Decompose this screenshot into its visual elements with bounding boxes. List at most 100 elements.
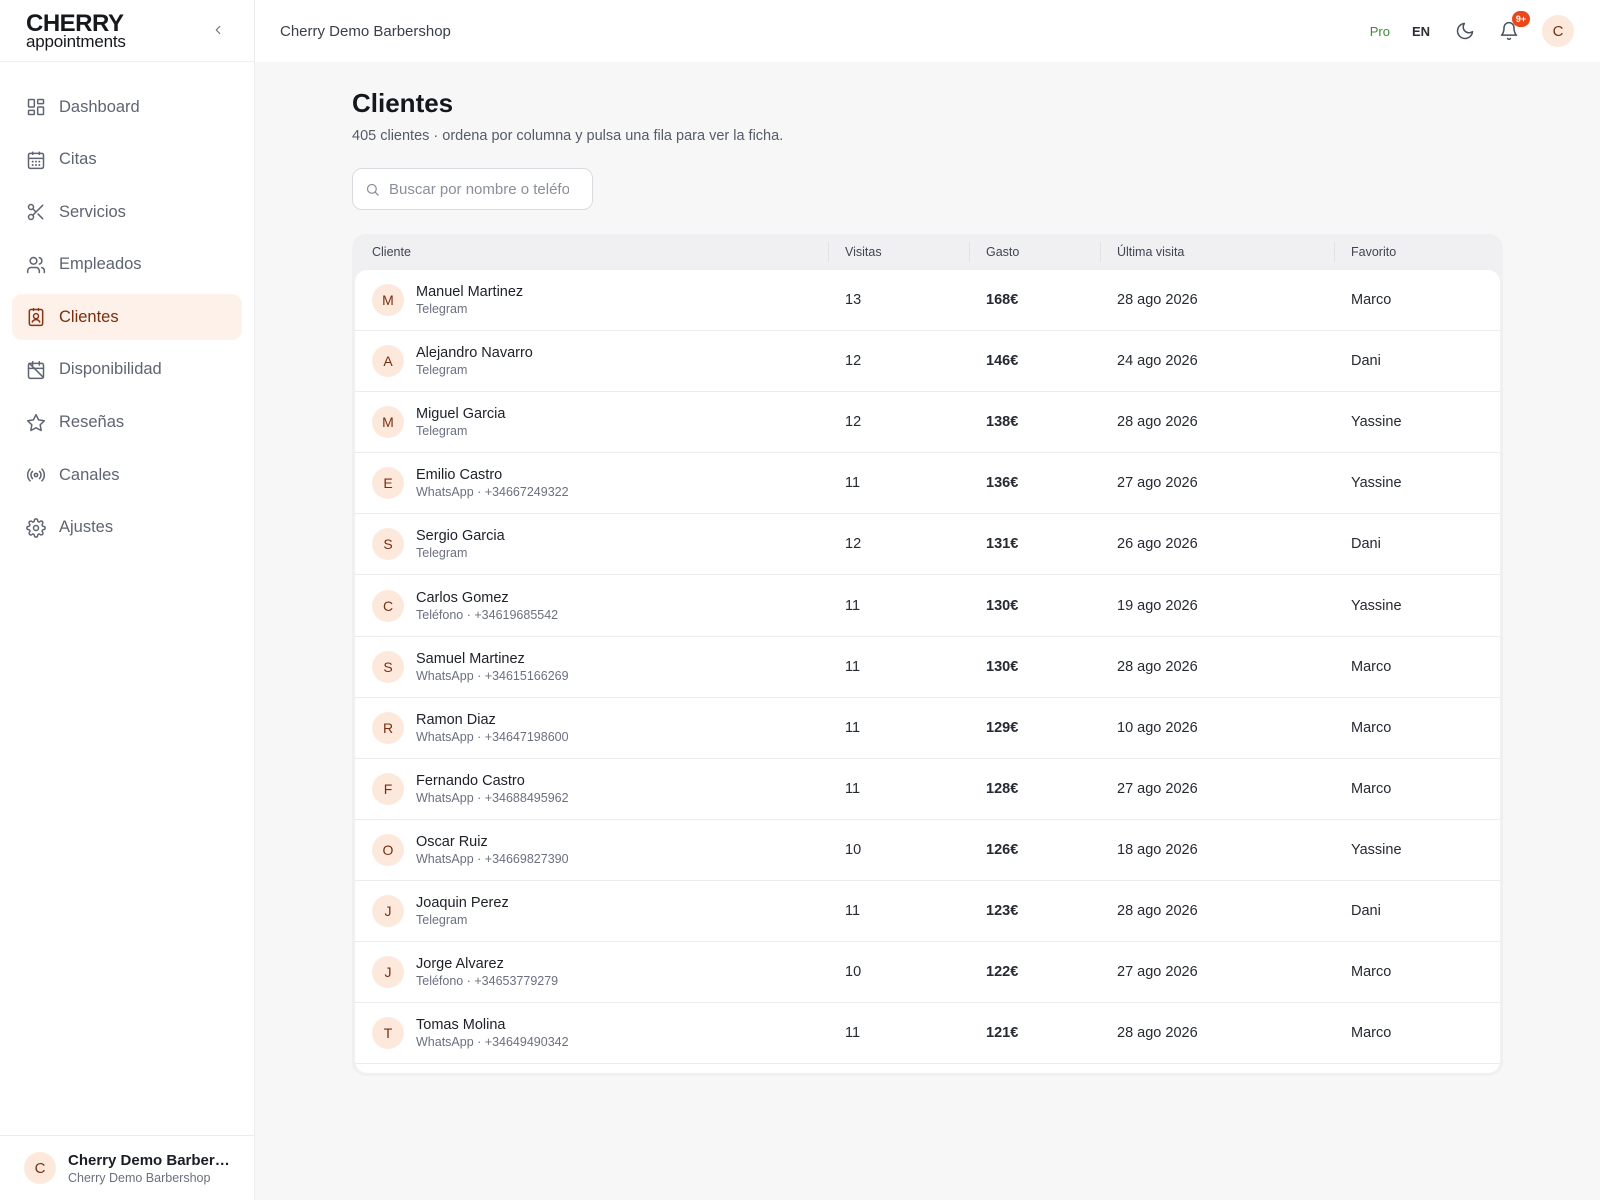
client-avatar: R [372, 711, 404, 744]
sidebar-item-canales[interactable]: Canales [12, 452, 242, 498]
visits-cell: 11 [845, 658, 861, 675]
table-row[interactable]: M Miguel Garcia Telegram 12 138€ 28 ago 2026 Y… [355, 392, 1500, 454]
table-row[interactable]: C Carlos Gomez Teléfono · +34619685542 11 13… [355, 575, 1500, 637]
sidebar-item-clientes[interactable]: Clientes [12, 294, 242, 341]
table-row[interactable]: E Emilio Castro WhatsApp · +34667249322 11 1… [355, 453, 1500, 515]
sidebar-item-citas[interactable]: Citas [12, 137, 242, 183]
favorite-cell: Marco [1351, 719, 1392, 736]
client-avatar: T [372, 1017, 404, 1050]
column-header-cliente[interactable]: Cliente [355, 234, 828, 270]
client-avatar: F [372, 772, 404, 805]
spent-cell: 128€ [986, 780, 1019, 797]
sidebar-item-label: Servicios [59, 202, 126, 221]
column-header-favorito[interactable]: Favorito [1334, 234, 1500, 270]
user-avatar[interactable]: C [1542, 15, 1574, 47]
account-switcher[interactable]: C Cherry Demo Barbershop Cherry Demo Bar… [0, 1135, 254, 1200]
last-visit-cell: 28 ago 2026 [1117, 1025, 1198, 1042]
client-avatar: M [372, 284, 404, 317]
sidebar-item-label: Disponibilidad [59, 360, 162, 379]
table-row[interactable]: S Sergio Garcia Telegram 12 131€ 26 ago 2026 D… [355, 514, 1500, 576]
last-visit-cell: 27 ago 2026 [1117, 475, 1198, 492]
sidebar-item-ajustes[interactable]: Ajustes [12, 505, 242, 551]
client-cell: S Samuel Martinez WhatsApp · +34615166269 [355, 650, 828, 683]
plan-badge[interactable]: Pro [1370, 24, 1390, 39]
table-row[interactable]: J Jorge Alvarez Teléfono · +34653779279 10 1… [355, 942, 1500, 1004]
table-row[interactable]: T Tomas Molina WhatsApp · +34649490342 11 12… [355, 1003, 1500, 1065]
client-avatar: A [372, 345, 404, 378]
table-row[interactable]: J Joaquin Perez Telegram 11 123€ 28 ago 2026 D… [355, 881, 1500, 943]
table-row[interactable]: R Ramon Diaz WhatsApp · +34647198600 11 129€… [355, 698, 1500, 759]
visits-cell: 11 [845, 780, 861, 797]
notifications-button[interactable]: 9+ [1498, 11, 1530, 42]
spent-cell: 121€ [986, 1025, 1019, 1042]
logo-area: CHERRY appointments [0, 0, 254, 62]
last-visit-cell: 28 ago 2026 [1117, 414, 1198, 431]
table-body: M Manuel Martinez Telegram 13 168€ 28 ago 202… [355, 270, 1500, 1073]
brand-logo-sub: appointments [26, 31, 126, 51]
sidebar-item-empleados[interactable]: Empleados [12, 242, 242, 288]
client-cell: M Manuel Martinez Telegram [355, 284, 828, 317]
table-row[interactable]: S Samuel Martinez WhatsApp · +34615166269 1… [355, 637, 1500, 698]
client-name: Sergio Garcia [416, 528, 505, 545]
collapse-sidebar-button[interactable] [208, 20, 228, 40]
client-channel: WhatsApp · +34615166269 [416, 668, 569, 683]
moon-icon [1456, 22, 1474, 40]
sidebar: CHERRY appointments Dashboard Citas Serv… [0, 0, 255, 1200]
shop-name: Cherry Demo Barbershop [280, 22, 451, 40]
sidebar-item-dashboard[interactable]: Dashboard [12, 84, 242, 130]
users-icon [26, 255, 46, 275]
client-channel: Telegram [416, 302, 468, 317]
sidebar-item-label: Ajustes [59, 518, 114, 537]
sidebar-item-resenas[interactable]: Reseñas [12, 400, 242, 446]
dashboard-icon [26, 97, 46, 117]
client-channel: WhatsApp · +34649490342 [416, 1035, 569, 1050]
table-row[interactable]: M Manuel Martinez Telegram 13 168€ 28 ago 202… [355, 270, 1500, 332]
calendar-off-icon [26, 360, 46, 380]
client-cell: C Carlos Gomez Teléfono · +34619685542 [355, 589, 828, 622]
sidebar-nav: Dashboard Citas Servicios Empleados Clie… [0, 62, 254, 551]
language-switcher[interactable]: EN [1412, 24, 1430, 39]
table-row[interactable]: A Alejandro Navarro Telegram 12 146€ 24 ago 2… [355, 331, 1500, 393]
search-input[interactable] [389, 180, 569, 198]
last-visit-cell: 24 ago 2026 [1117, 353, 1198, 370]
contact-icon [26, 307, 46, 327]
clients-table: Cliente Visitas Gasto Última visita Favo… [352, 234, 1503, 1076]
client-avatar: S [372, 528, 404, 561]
client-channel: Telegram [416, 912, 468, 927]
table-header: Cliente Visitas Gasto Última visita Favo… [355, 234, 1500, 270]
spent-cell: 168€ [986, 292, 1019, 309]
sidebar-item-servicios[interactable]: Servicios [12, 189, 242, 235]
last-visit-cell: 19 ago 2026 [1117, 597, 1198, 614]
client-cell: T Tomas Molina WhatsApp · +34649490342 [355, 1017, 828, 1050]
spent-cell: 122€ [986, 964, 1019, 981]
table-row[interactable]: O Oscar Ruiz WhatsApp · +34669827390 10 126€… [355, 820, 1500, 881]
spent-cell: 123€ [986, 902, 1019, 919]
column-header-gasto[interactable]: Gasto [969, 234, 1100, 270]
spent-cell: 146€ [986, 353, 1019, 370]
client-cell: R Ramon Diaz WhatsApp · +34647198600 [355, 711, 828, 744]
favorite-cell: Yassine [1351, 414, 1402, 431]
visits-cell: 11 [845, 902, 861, 919]
favorite-cell: Marco [1351, 964, 1392, 981]
sidebar-item-disponibilidad[interactable]: Disponibilidad [12, 347, 242, 393]
sidebar-item-label: Citas [59, 150, 97, 169]
spent-cell: 136€ [986, 475, 1019, 492]
favorite-cell: Marco [1351, 780, 1392, 797]
account-name: Cherry Demo Barbershop [68, 1151, 238, 1169]
account-subtitle: Cherry Demo Barbershop [68, 1170, 211, 1185]
client-name: Tomas Molina [416, 1017, 506, 1034]
scissors-icon [26, 202, 46, 222]
column-header-ultima-visita[interactable]: Última visita [1100, 234, 1334, 270]
last-visit-cell: 28 ago 2026 [1117, 292, 1198, 309]
table-row[interactable]: F Fernando Castro WhatsApp · +34688495962 1… [355, 759, 1500, 820]
search-box [352, 168, 593, 210]
client-name: Joaquin Perez [416, 894, 509, 911]
column-header-visitas[interactable]: Visitas [828, 234, 969, 270]
dark-mode-toggle[interactable] [1454, 20, 1476, 42]
client-cell: M Miguel Garcia Telegram [355, 406, 828, 439]
client-name: Miguel Garcia [416, 406, 506, 423]
last-visit-cell: 18 ago 2026 [1117, 841, 1198, 858]
brand-logo[interactable]: CHERRY appointments [26, 11, 126, 51]
client-cell: A Alejandro Navarro Telegram [355, 345, 828, 378]
favorite-cell: Marco [1351, 292, 1392, 309]
